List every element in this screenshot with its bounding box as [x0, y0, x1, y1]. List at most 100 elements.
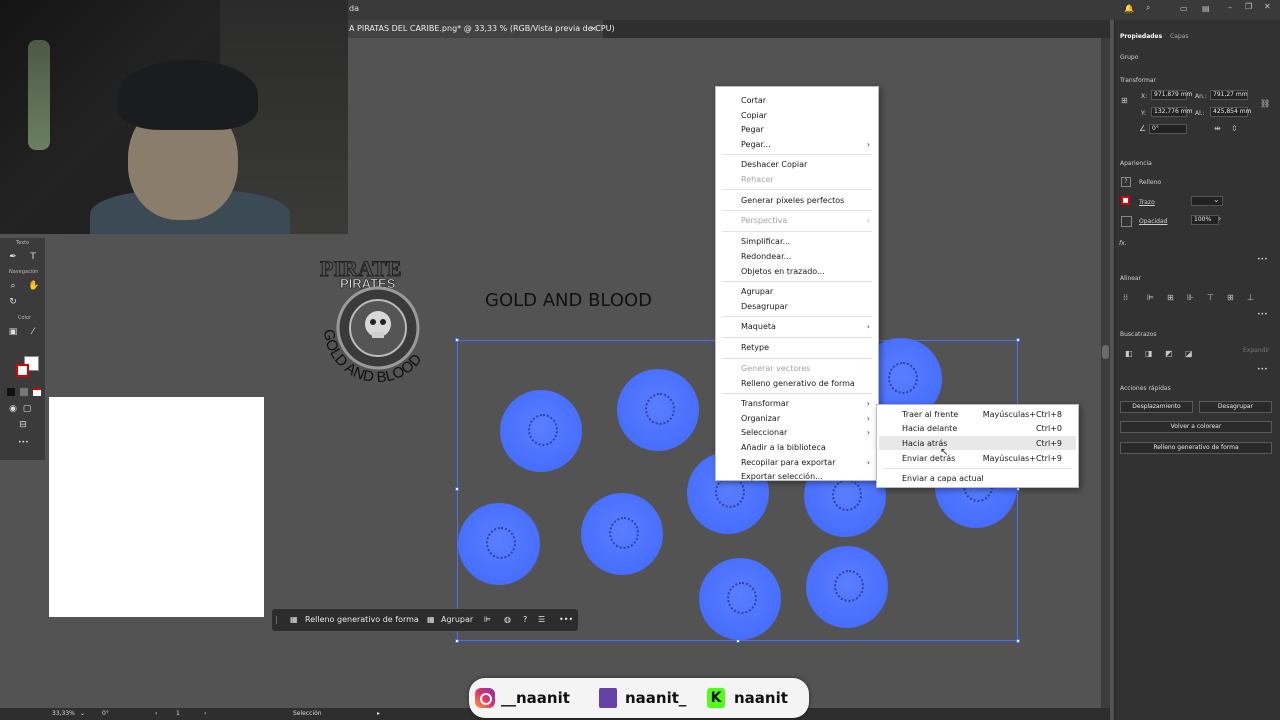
submenu-item-traer-al-frente[interactable]: Traer al frente — [902, 410, 958, 419]
minus-front-icon[interactable]: ◨ — [1145, 349, 1153, 358]
menu-item-deshacer-copiar[interactable]: Deshacer Copiar — [741, 160, 807, 169]
blue-coin[interactable] — [699, 558, 781, 640]
next-artboard-icon[interactable]: › — [204, 708, 206, 720]
stroke-chevron-icon[interactable]: ⌄ — [1213, 195, 1220, 204]
width-field[interactable]: 791,27 mm — [1210, 90, 1248, 100]
workspace-icon[interactable]: ▭ — [1180, 4, 1188, 13]
vertical-scrollbar[interactable] — [1101, 38, 1110, 708]
scrollbar-thumb[interactable] — [1102, 345, 1109, 359]
edit-toolbar-icon[interactable]: ⊟ — [18, 420, 28, 430]
height-field[interactable]: 425,854 mm — [1210, 107, 1251, 117]
white-artboard[interactable] — [49, 397, 264, 617]
blue-coin[interactable] — [806, 546, 888, 628]
blue-coin[interactable] — [617, 369, 699, 451]
draw-mode-icon[interactable]: ◉ — [8, 404, 18, 414]
menu-fragment[interactable]: da — [349, 4, 359, 13]
blue-coin[interactable] — [581, 493, 663, 575]
blue-coin[interactable] — [458, 503, 540, 585]
hand-tool-icon[interactable]: ✋ — [28, 281, 39, 291]
menu-item-relleno-generativo-de-forma[interactable]: Relleno generativo de forma — [741, 379, 855, 388]
resize-handle-br[interactable] — [1016, 639, 1020, 643]
drag-handle-icon[interactable]: | — [275, 609, 278, 631]
menu-item-maqueta[interactable]: Maqueta — [741, 322, 776, 331]
type-tool-icon[interactable]: T — [28, 252, 38, 262]
angle-field[interactable]: 0° — [1149, 124, 1187, 134]
ungroup-button[interactable]: Desagrupar — [1199, 401, 1272, 413]
pen-tool-icon[interactable]: ✒ — [8, 252, 18, 262]
menu-item-desagrupar[interactable]: Desagrupar — [741, 302, 788, 311]
menu-item-pegar[interactable]: Pegar — [741, 125, 764, 134]
zoom-chevron-icon[interactable]: ⌄ — [80, 708, 85, 720]
resize-handle-tl[interactable] — [455, 338, 459, 342]
exclude-icon[interactable]: ◪ — [1185, 349, 1193, 358]
pirates-logo[interactable]: PIRATE PIRATES GOLD AND BLOOD — [314, 244, 446, 392]
menu-item-recopilar-para-exportar[interactable]: Recopilar para exportar — [741, 458, 836, 467]
menu-item-generar-píxeles-perfectos[interactable]: Generar píxeles perfectos — [741, 196, 844, 205]
status-arrow-icon[interactable]: ▸ — [377, 708, 380, 720]
prev-artboard-icon[interactable]: ‹ — [155, 708, 157, 720]
recolor-button[interactable]: Volver a colorear — [1120, 421, 1272, 433]
minimize-icon[interactable]: – — [1228, 3, 1232, 12]
y-field[interactable]: 132,776 mm — [1151, 107, 1192, 117]
align-bottom-icon[interactable]: ⊥ — [1247, 293, 1254, 302]
submenu-item-hacia-delante[interactable]: Hacia delante — [902, 424, 957, 433]
close-window-icon[interactable]: ✕ — [1264, 2, 1271, 11]
rotation-value[interactable]: 0° — [102, 708, 109, 720]
gradient-mode-icon[interactable] — [20, 388, 28, 396]
none-mode-icon[interactable] — [33, 388, 41, 396]
menu-item-redondear[interactable]: Redondear... — [741, 252, 791, 261]
zoom-tool-icon[interactable]: ⌕ — [8, 281, 18, 291]
menu-item-agrupar[interactable]: Agrupar — [741, 287, 773, 296]
flip-horizontal-icon[interactable]: ⇹ — [1214, 124, 1221, 133]
document-tab[interactable]: A PIRATAS DEL CARIBE.png* @ 33,33 % (RGB… — [345, 20, 615, 38]
pathfinder-more[interactable]: ••• — [1257, 366, 1268, 373]
stroke-swatch-icon[interactable] — [1121, 196, 1130, 205]
appearance-more[interactable]: ••• — [1257, 256, 1268, 263]
fill-stroke-swatch[interactable] — [16, 356, 39, 378]
align-middle-v-icon[interactable]: ⊞ — [1227, 293, 1234, 302]
resize-handle-tr[interactable] — [1016, 338, 1020, 342]
gold-and-blood-heading[interactable]: GOLD AND BLOOD — [485, 290, 652, 311]
artboard-number[interactable]: 1 — [176, 708, 180, 720]
opacity-chevron-icon[interactable]: › — [1218, 214, 1221, 223]
list-icon[interactable]: ☰ — [538, 609, 545, 631]
expand-button[interactable]: Expandir — [1243, 347, 1270, 354]
fill-swatch-icon[interactable]: ? — [1121, 177, 1131, 187]
menu-item-añadir-a-la-biblioteca[interactable]: Añadir a la biblioteca — [741, 443, 826, 452]
align-right-icon[interactable]: ⊪ — [1187, 293, 1194, 302]
tab-layers[interactable]: Capas — [1170, 33, 1188, 40]
menu-item-copiar[interactable]: Copiar — [741, 111, 767, 120]
notification-icon[interactable]: 🔔 — [1124, 4, 1134, 13]
arrange-icon[interactable]: ▤ — [1202, 4, 1210, 13]
intersect-icon[interactable]: ◩ — [1165, 349, 1173, 358]
fx-label[interactable]: fx. — [1119, 240, 1127, 247]
align-center-h-icon[interactable]: ⊞ — [1167, 293, 1174, 302]
flip-vertical-icon[interactable]: ⇳ — [1231, 124, 1238, 133]
menu-item-simplificar[interactable]: Simplificar... — [741, 237, 790, 246]
generative-fill-panel-button[interactable]: Relleno generativo de forma — [1120, 442, 1272, 454]
x-field[interactable]: 971,879 mm — [1151, 90, 1192, 100]
tab-properties[interactable]: Propiedades — [1120, 33, 1162, 40]
menu-item-cortar[interactable]: Cortar — [741, 96, 766, 105]
zoom-level[interactable]: 33,33% — [52, 708, 75, 720]
rotate-view-icon[interactable]: ↻ — [8, 297, 18, 307]
constrain-proportions-icon[interactable]: ⛓ — [1260, 99, 1270, 108]
align-more[interactable]: ••• — [1257, 311, 1268, 318]
screen-mode-icon[interactable]: ▢ — [22, 404, 32, 414]
opacity-field[interactable]: 100% — [1191, 215, 1219, 225]
help-icon[interactable]: ? — [523, 609, 527, 631]
offset-path-button[interactable]: Desplazamiento — [1120, 401, 1193, 413]
group-button[interactable]: Agrupar — [441, 609, 473, 631]
align-icon[interactable]: ⊫ — [484, 609, 491, 631]
menu-item-retype[interactable]: Retype — [741, 343, 769, 352]
menu-item-organizar[interactable]: Organizar — [741, 414, 780, 423]
maximize-icon[interactable]: ❐ — [1245, 2, 1252, 11]
menu-item-objetos-en-trazado[interactable]: Objetos en trazado... — [741, 267, 825, 276]
close-tab-icon[interactable]: × — [590, 20, 597, 38]
submenu-item-enviar-a-capa-actual[interactable]: Enviar a capa actual — [902, 474, 984, 483]
color-mode-icon[interactable] — [7, 388, 15, 396]
align-left-icon[interactable]: ⊫ — [1147, 293, 1154, 302]
search-icon[interactable]: ⌕ — [1146, 3, 1150, 13]
stroke-label[interactable]: Trazo — [1139, 199, 1155, 206]
reference-point-icon[interactable]: ⊞ — [1121, 96, 1128, 105]
